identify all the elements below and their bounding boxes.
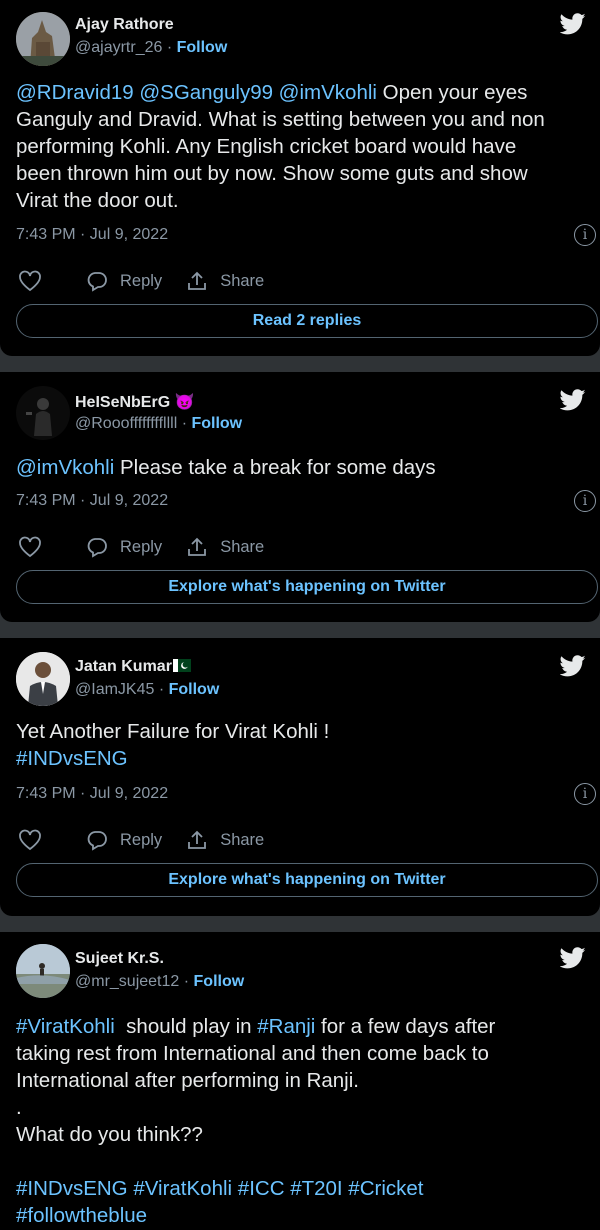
reply-icon <box>87 538 107 558</box>
follow-button[interactable]: Follow <box>177 39 228 56</box>
like-button[interactable] <box>18 536 54 558</box>
action-bar: Reply Share <box>18 535 288 559</box>
tweet-text: @imVkohli Please take a break for some d… <box>16 454 584 481</box>
tweet-text-line: performing Kohli. Any English cricket bo… <box>16 135 517 158</box>
share-icon <box>188 830 207 849</box>
tweet-text-line: Yet Another Failure for Virat Kohli ! <box>16 720 330 743</box>
devil-emoji: 😈 <box>174 394 195 411</box>
mention-link[interactable]: @RDravid19 @SGanguly99 @imVkohli <box>16 81 377 104</box>
mention-link[interactable]: @imVkohli <box>16 456 114 479</box>
share-label: Share <box>220 271 265 290</box>
avatar[interactable] <box>16 12 70 66</box>
heart-icon <box>19 829 41 851</box>
avatar[interactable] <box>16 944 70 998</box>
share-label: Share <box>220 537 265 556</box>
author-handle: @ajayrtr_26 · Follow <box>75 39 228 56</box>
share-label: Share <box>220 830 265 849</box>
reply-label: Reply <box>120 271 163 290</box>
hashtag-link[interactable]: #ViratKohli <box>16 1015 115 1038</box>
reply-label: Reply <box>120 537 163 556</box>
heart-icon <box>19 536 41 558</box>
follow-button[interactable]: Follow <box>194 973 245 990</box>
author-name[interactable]: Ajay Rathore <box>75 16 174 34</box>
twitter-bird-icon[interactable] <box>560 13 586 35</box>
share-button[interactable]: Share <box>186 829 264 851</box>
tweet-text-line: for a few days after <box>315 1015 496 1038</box>
explore-twitter-button[interactable]: Explore what's happening on Twitter <box>16 863 598 897</box>
tweet-card: Sujeet Kr.S. @mr_sujeet12 · Follow #Vira… <box>0 932 600 1230</box>
author-handle: @Roooffffffffllll · Follow <box>75 415 243 432</box>
tweet-text-line: Virat the door out. <box>16 189 179 212</box>
explore-twitter-button[interactable]: Explore what's happening on Twitter <box>16 570 598 604</box>
hashtag-link[interactable]: #followtheblue <box>16 1202 584 1229</box>
author-name[interactable]: HeISeNbErG 😈 <box>75 392 195 412</box>
info-icon[interactable]: i <box>574 224 596 246</box>
author-name[interactable]: Jatan Kumar <box>75 658 191 676</box>
tweet-text-line: been thrown him out by now. Show some gu… <box>16 162 528 185</box>
handle-link[interactable]: @mr_sujeet12 <box>75 973 179 990</box>
follow-button[interactable]: Follow <box>169 681 220 698</box>
heart-icon <box>19 270 41 292</box>
info-icon[interactable]: i <box>574 783 596 805</box>
handle-link[interactable]: @ajayrtr_26 <box>75 39 162 56</box>
tweet-card: HeISeNbErG 😈 @Roooffffffffllll · Follow … <box>0 372 600 622</box>
twitter-bird-icon[interactable] <box>560 655 586 677</box>
twitter-bird-icon[interactable] <box>560 389 586 411</box>
handle-link[interactable]: @Roooffffffffllll <box>75 415 177 432</box>
tweet-text-line: should play in <box>114 1015 258 1038</box>
author-handle: @mr_sujeet12 · Follow <box>75 973 245 990</box>
info-icon[interactable]: i <box>574 490 596 512</box>
share-icon <box>188 537 207 556</box>
reply-button[interactable]: Reply <box>86 829 162 851</box>
reply-icon <box>87 272 107 292</box>
author-name[interactable]: Sujeet Kr.S. <box>75 950 164 968</box>
action-bar: Reply Share <box>18 269 288 293</box>
share-icon <box>188 271 207 290</box>
author-name-text: HeISeNbErG <box>75 394 171 411</box>
handle-link[interactable]: @IamJK45 <box>75 681 154 698</box>
tweet-text-line: . <box>16 1096 22 1119</box>
tweet-text-line: Please take a break for some days <box>114 456 436 479</box>
reply-button[interactable]: Reply <box>86 270 162 292</box>
hashtag-link[interactable]: #INDvsENG <box>16 745 584 772</box>
share-button[interactable]: Share <box>186 536 264 558</box>
like-button[interactable] <box>18 270 54 292</box>
hashtag-link[interactable]: #Ranji <box>257 1015 315 1038</box>
share-button[interactable]: Share <box>186 270 264 292</box>
avatar[interactable] <box>16 386 70 440</box>
twitter-bird-icon[interactable] <box>560 947 586 969</box>
tweet-text-line: Ganguly and Dravid. What is setting betw… <box>16 108 545 131</box>
avatar[interactable] <box>16 652 70 706</box>
follow-button[interactable]: Follow <box>191 415 242 432</box>
like-button[interactable] <box>18 829 54 851</box>
action-bar: Reply Share <box>18 828 288 852</box>
tweet-card: Jatan Kumar @IamJK45 · Follow Yet Anothe… <box>0 638 600 916</box>
reply-label: Reply <box>120 830 163 849</box>
hashtag-link[interactable]: #INDvsENG #ViratKohli #ICC #T20I #Cricke… <box>16 1175 584 1202</box>
tweet-text: Yet Another Failure for Virat Kohli ! #I… <box>16 718 584 772</box>
tweet-text-line: What do you think?? <box>16 1123 203 1146</box>
tweet-text-line: taking rest from International and then … <box>16 1042 489 1065</box>
reply-button[interactable]: Reply <box>86 536 162 558</box>
tweet-text: @RDravid19 @SGanguly99 @imVkohli Open yo… <box>16 79 584 214</box>
tweet-text: #ViratKohli should play in #Ranji for a … <box>16 1013 584 1229</box>
reply-icon <box>87 831 107 851</box>
tweet-text-line: Open your eyes <box>376 81 528 104</box>
author-name-text: Jatan Kumar <box>75 658 172 675</box>
timestamp[interactable]: 7:43 PM · Jul 9, 2022 <box>16 785 168 803</box>
timestamp[interactable]: 7:43 PM · Jul 9, 2022 <box>16 226 168 244</box>
author-handle: @IamJK45 · Follow <box>75 681 220 698</box>
flag-icon <box>172 659 191 672</box>
timestamp[interactable]: 7:43 PM · Jul 9, 2022 <box>16 492 168 510</box>
read-replies-button[interactable]: Read 2 replies <box>16 304 598 338</box>
tweet-text-line: International after performing in Ranji. <box>16 1069 359 1092</box>
tweet-card: Ajay Rathore @ajayrtr_26 · Follow @RDrav… <box>0 0 600 356</box>
